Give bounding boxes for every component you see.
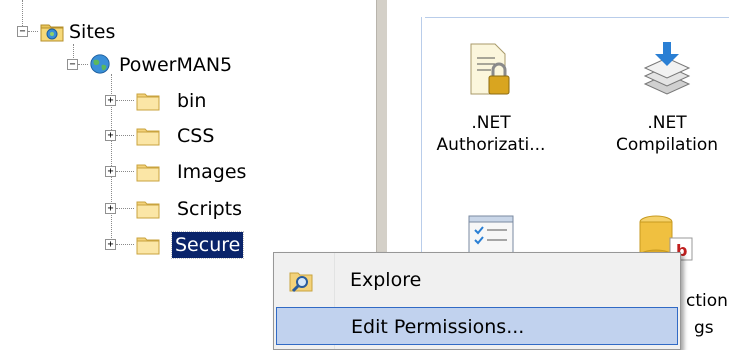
menu-item-edit-permissions[interactable]: Edit Permissions... <box>276 307 678 345</box>
tree-connector <box>116 100 134 101</box>
folder-icon <box>136 93 160 111</box>
folder-icon <box>136 164 160 182</box>
tree-label-folder: Scripts <box>177 198 243 220</box>
expand-toggle[interactable]: + <box>105 239 116 250</box>
feature-label-line1: .NET <box>471 113 511 133</box>
globe-icon <box>90 54 110 74</box>
expand-toggle[interactable]: + <box>105 130 116 141</box>
feature-label-line3: gs <box>694 318 714 338</box>
tree-connector <box>116 135 134 136</box>
net-compilation-icon <box>643 42 691 95</box>
tree-connector <box>78 64 88 65</box>
feature-label-line2: ction <box>686 291 728 311</box>
collapse-toggle[interactable]: − <box>67 59 78 70</box>
tree-connector <box>22 0 23 26</box>
feature-net-authorization[interactable]: .NET Authorizati... <box>431 40 551 156</box>
explore-icon <box>289 272 313 293</box>
menu-item-label: Explore <box>350 269 422 291</box>
tree-label-folder: bin <box>177 90 207 112</box>
tree-connector <box>116 171 134 172</box>
tree-label-folder: Images <box>177 161 247 183</box>
feature-net-compilation[interactable]: .NET Compilation <box>597 40 729 156</box>
expand-toggle[interactable]: + <box>105 166 116 177</box>
tree-label-folder: Secure <box>170 231 245 259</box>
folder-icon <box>136 237 160 255</box>
folder-icon <box>136 201 160 219</box>
net-authorization-icon <box>470 43 510 95</box>
collapse-toggle[interactable]: − <box>17 26 28 37</box>
feature-label-line1: .NET <box>647 113 687 133</box>
sites-folder-icon <box>40 24 64 42</box>
tree-label-sites: Sites <box>69 21 116 43</box>
feature-label-line2: Authorizati... <box>436 135 546 155</box>
tree-label-site: PowerMAN5 <box>119 54 233 76</box>
checklist-icon <box>468 215 514 255</box>
tree-connector <box>28 31 38 32</box>
tree-label-folder: CSS <box>177 125 215 147</box>
content-border <box>425 17 729 18</box>
tree-connector <box>116 208 134 209</box>
folder-icon <box>136 128 160 146</box>
tree-connector <box>116 244 134 245</box>
menu-item-explore[interactable]: Explore <box>276 261 678 299</box>
menu-item-label: Edit Permissions... <box>351 316 525 338</box>
context-menu: Explore Edit Permissions... <box>273 252 681 350</box>
expand-toggle[interactable]: + <box>105 95 116 106</box>
feature-label-line2: Compilation <box>615 135 719 155</box>
expand-toggle[interactable]: + <box>105 203 116 214</box>
